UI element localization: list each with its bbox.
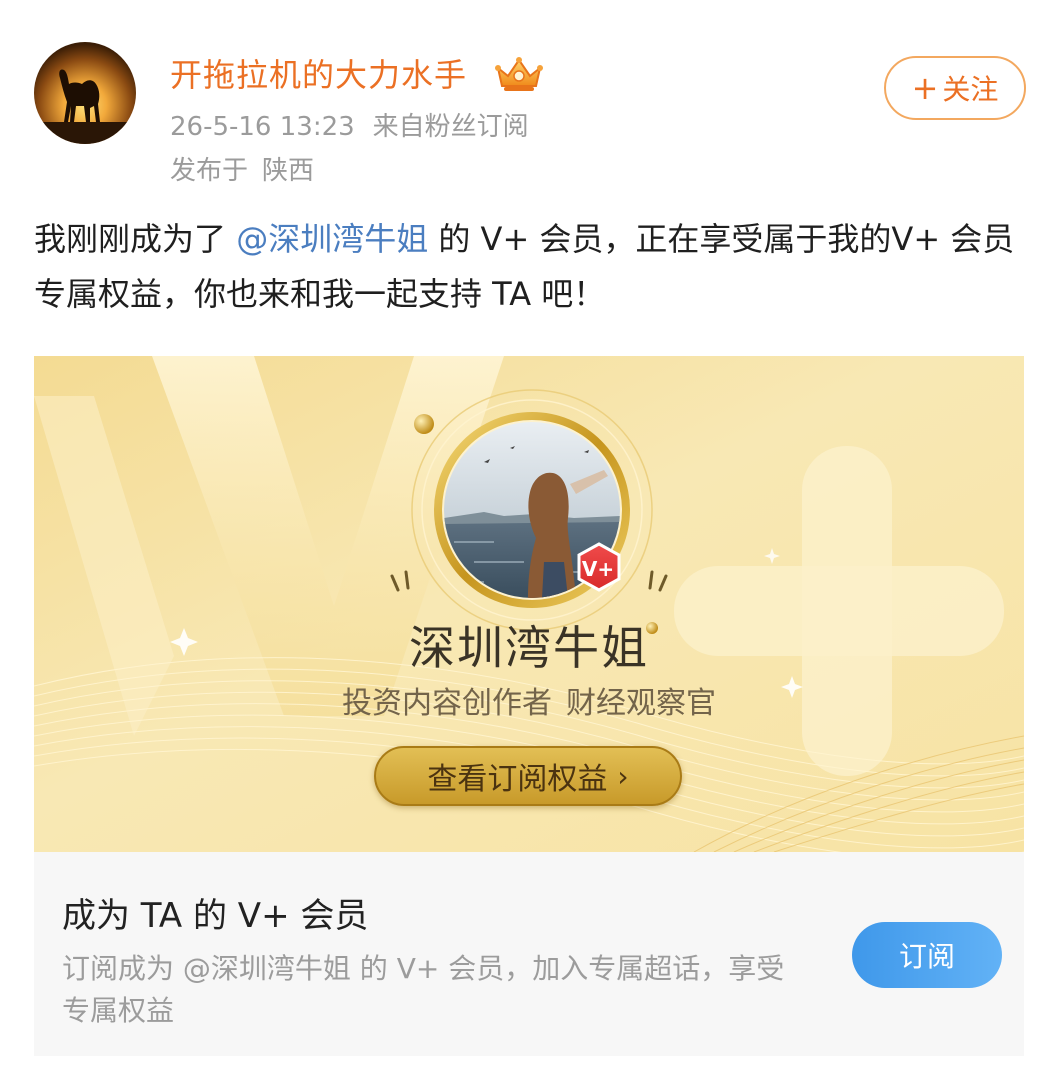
view-benefits-label: 查看订阅权益 xyxy=(427,762,608,797)
vplus-badge-icon: V+ xyxy=(574,542,624,592)
vplus-banner[interactable]: V+ 深圳湾牛姐 投资内容创作者 财经观察官 查看订阅权益 › xyxy=(34,356,1024,852)
follow-label: 关注 xyxy=(942,73,999,106)
post-header: 开拖拉机的大力水手 26-5-16 13:23 来自粉丝订阅 发布于 陕西 + 关注 xyxy=(0,0,1060,200)
creator-tag: 投资内容创作者 xyxy=(342,686,552,721)
post-timestamp: 26-5-16 13:23 xyxy=(170,112,355,142)
location-value: 陕西 xyxy=(262,156,315,186)
subscribe-button[interactable]: 订阅 xyxy=(852,922,1002,988)
member-title: 成为 TA 的 V+ 会员 xyxy=(62,896,369,936)
author-name[interactable]: 开拖拉机的大力水手 xyxy=(170,50,467,96)
location-prefix: 发布于 xyxy=(170,156,249,186)
post-text-before: 我刚刚成为了 xyxy=(34,220,237,258)
post-text: 我刚刚成为了 @深圳湾牛姐 的 V+ 会员，正在享受属于我的V+ 会员专属权益，… xyxy=(34,212,1034,322)
creator-name[interactable]: 深圳湾牛姐 xyxy=(34,612,1024,678)
creator-tag: 财经观察官 xyxy=(566,686,716,721)
creator-tags: 投资内容创作者 财经观察官 xyxy=(34,678,1024,722)
post-location: 发布于 陕西 xyxy=(170,150,314,187)
vplus-badge-text: V+ xyxy=(582,557,614,581)
view-benefits-button[interactable]: 查看订阅权益 › xyxy=(374,746,682,806)
follow-button[interactable]: + 关注 xyxy=(884,56,1026,120)
mention-link[interactable]: @深圳湾牛姐 xyxy=(236,220,428,258)
plus-icon: + xyxy=(911,69,939,107)
chevron-right-icon: › xyxy=(617,759,629,793)
post-source: 来自粉丝订阅 xyxy=(372,112,529,142)
post-meta: 26-5-16 13:23 来自粉丝订阅 xyxy=(170,106,529,143)
vplus-card[interactable]: V+ 深圳湾牛姐 投资内容创作者 财经观察官 查看订阅权益 › 成为 TA 的 V… xyxy=(34,356,1024,1056)
author-avatar[interactable] xyxy=(34,42,136,144)
crown-icon xyxy=(494,54,544,94)
member-description: 订阅成为 @深圳湾牛姐 的 V+ 会员，加入专属超话，享受专属权益 xyxy=(62,952,785,1027)
